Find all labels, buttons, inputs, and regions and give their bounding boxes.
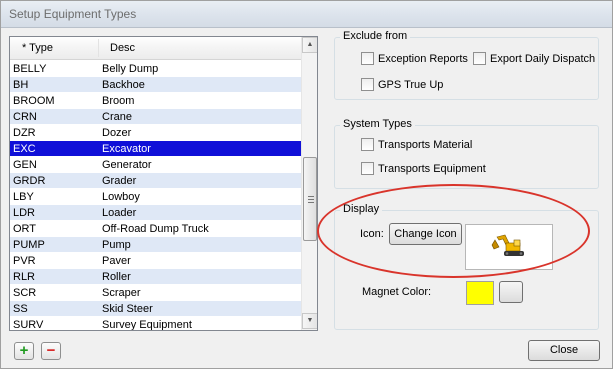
transports-material-checkbox[interactable]: Transports Material: [361, 138, 472, 151]
cell-type: DZR: [13, 127, 36, 139]
table-row[interactable]: BH Backhoe: [10, 77, 301, 93]
table-row[interactable]: CRN Crane: [10, 109, 301, 125]
grip-line: [308, 202, 314, 203]
table-row[interactable]: PVR Paver: [10, 253, 301, 269]
cell-desc: Crane: [102, 111, 132, 123]
table-row[interactable]: SCR Scraper: [10, 285, 301, 301]
cell-desc: Pump: [102, 239, 131, 251]
cell-type: ORT: [13, 223, 37, 235]
checkbox-box[interactable]: [361, 162, 374, 175]
cell-desc: Backhoe: [102, 79, 145, 91]
cell-type: PVR: [13, 255, 36, 267]
scroll-down-button[interactable]: ▼: [302, 313, 317, 329]
scroll-up-button[interactable]: ▲: [302, 37, 317, 53]
cell-desc: Loader: [102, 207, 137, 219]
table-row[interactable]: GEN Generator: [10, 157, 301, 173]
transports-material-label: Transports Material: [378, 138, 473, 151]
cell-type: CRN: [13, 111, 37, 123]
checkbox-box[interactable]: [473, 52, 486, 65]
title-bar: Setup Equipment Types: [1, 1, 612, 28]
cell-type: SURV: [13, 319, 44, 331]
cell-desc: Off-Road Dump Truck: [102, 223, 209, 235]
table-row[interactable]: EXC Excavator: [10, 141, 301, 157]
plus-icon: +: [19, 342, 29, 359]
cell-type: GEN: [13, 159, 37, 171]
table-row[interactable]: LBY Lowboy: [10, 189, 301, 205]
cell-type: SS: [13, 303, 28, 315]
table-row[interactable]: ORT Off-Road Dump Truck: [10, 221, 301, 237]
table-row[interactable]: SURV Survey Equipment: [10, 317, 301, 331]
cell-type: LDR: [13, 207, 36, 219]
column-header-desc[interactable]: Desc: [110, 42, 135, 54]
checkbox-box[interactable]: [361, 138, 374, 151]
magnet-color-swatch: [466, 281, 494, 305]
exclude-from-legend: Exclude from: [340, 30, 411, 42]
pick-color-button[interactable]: [499, 281, 523, 303]
gps-true-up-checkbox[interactable]: GPS True Up: [361, 78, 443, 91]
cell-type: SCR: [13, 287, 37, 299]
table-row[interactable]: SS Skid Steer: [10, 301, 301, 317]
cell-type: BH: [13, 79, 29, 91]
cell-type: PUMP: [13, 239, 45, 251]
table-row[interactable]: BELLY Belly Dump: [10, 61, 301, 77]
table-row[interactable]: DZR Dozer: [10, 125, 301, 141]
gps-true-up-label: GPS True Up: [378, 78, 444, 91]
checkbox-box[interactable]: [361, 78, 374, 91]
exception-reports-label: Exception Reports: [378, 52, 468, 65]
cell-desc: Generator: [102, 159, 152, 171]
remove-button[interactable]: −: [41, 342, 61, 360]
add-button[interactable]: +: [14, 342, 34, 360]
cell-desc: Lowboy: [102, 191, 140, 203]
system-types-legend: System Types: [340, 118, 415, 130]
table-row[interactable]: PUMP Pump: [10, 237, 301, 253]
equipment-type-list[interactable]: * Type Desc BELLY Belly Dump BH Backhoe BROO…: [9, 36, 318, 331]
table-row[interactable]: BROOM Broom: [10, 93, 301, 109]
cell-desc: Grader: [102, 175, 137, 187]
column-divider[interactable]: [98, 39, 99, 57]
cell-desc: Roller: [102, 271, 131, 283]
cell-type: GRDR: [13, 175, 46, 187]
column-header-type[interactable]: * Type: [22, 42, 53, 54]
cell-desc: Excavator: [102, 143, 151, 155]
cell-type: LBY: [13, 191, 34, 203]
exception-reports-checkbox[interactable]: Exception Reports: [361, 52, 468, 65]
transports-equipment-checkbox[interactable]: Transports Equipment: [361, 162, 486, 175]
cell-type: BROOM: [13, 95, 55, 107]
cell-desc: Dozer: [102, 127, 132, 139]
table-row[interactable]: GRDR Grader: [10, 173, 301, 189]
magnet-color-label: Magnet Color:: [362, 286, 432, 298]
table-row[interactable]: RLR Roller: [10, 269, 301, 285]
system-types-group: System Types: [334, 118, 599, 189]
close-button[interactable]: Close: [528, 340, 600, 361]
cell-desc: Scraper: [102, 287, 141, 299]
transports-equipment-label: Transports Equipment: [378, 162, 486, 175]
highlight-ellipse: [317, 184, 590, 278]
scroll-thumb[interactable]: [303, 157, 317, 241]
cell-type: RLR: [13, 271, 36, 283]
cell-desc: Paver: [102, 255, 131, 267]
export-daily-dispatch-label: Export Daily Dispatch: [490, 52, 596, 65]
setup-equipment-types-window: Setup Equipment Types * Type Desc BELLY B…: [0, 0, 613, 369]
list-scrollbar[interactable]: ▲ ▼: [301, 37, 317, 330]
minus-icon: −: [46, 342, 56, 359]
cell-desc: Broom: [102, 95, 135, 107]
cell-desc: Belly Dump: [102, 63, 159, 75]
list-header: * Type Desc: [10, 37, 301, 60]
cell-desc: Survey Equipment: [102, 319, 192, 331]
export-daily-dispatch-checkbox[interactable]: Export Daily Dispatch: [473, 52, 595, 65]
cell-type: BELLY: [13, 63, 47, 75]
table-row[interactable]: LDR Loader: [10, 205, 301, 221]
checkbox-box[interactable]: [361, 52, 374, 65]
cell-type: EXC: [13, 143, 36, 155]
grip-line: [308, 199, 314, 200]
grip-line: [308, 196, 314, 197]
cell-desc: Skid Steer: [102, 303, 153, 315]
window-title: Setup Equipment Types: [9, 7, 137, 21]
list-rows: BELLY Belly Dump BH Backhoe BROOM Broom CRN Cra…: [10, 61, 301, 331]
